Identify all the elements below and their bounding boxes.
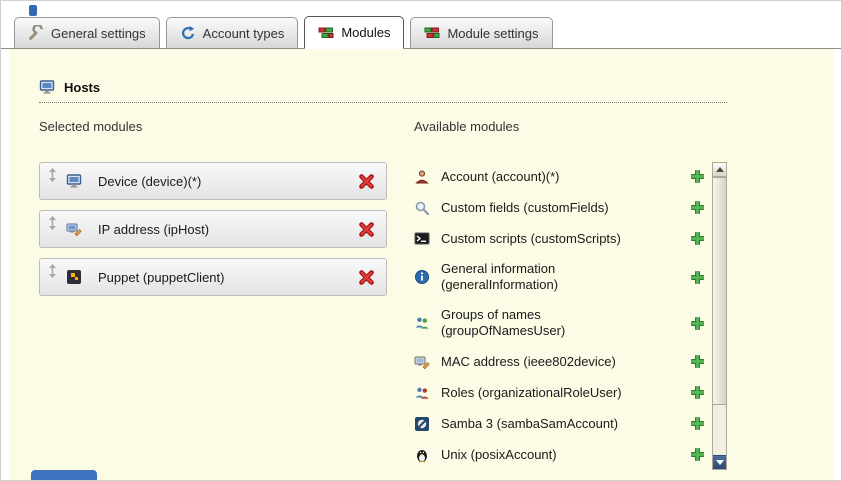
tab-modules[interactable]: Modules	[304, 16, 404, 49]
add-module-button[interactable]	[689, 353, 706, 370]
tab-label: Modules	[341, 25, 390, 40]
module-label: Windows (windowsHost)(*)	[441, 478, 666, 479]
magnifier-icon	[414, 200, 430, 216]
mac-address-icon	[414, 354, 430, 370]
hosts-monitor-icon	[39, 79, 55, 95]
add-module-button[interactable]	[689, 168, 706, 185]
module-label: Groups of names (groupOfNamesUser)	[441, 307, 666, 339]
available-module-row: Groups of names (groupOfNamesUser)	[414, 301, 706, 345]
available-modules-list: Account (account)(*) Custom fields (custo…	[414, 162, 706, 478]
module-label: Roles (organizationalRoleUser)	[441, 385, 666, 401]
module-label: IP address (ipHost)	[98, 222, 358, 237]
selected-modules-list: Device (device)(*) IP address (ipHost) Pup…	[39, 162, 387, 296]
available-module-row: Samba 3 (sambaSamAccount)	[414, 409, 706, 438]
account-person-icon	[414, 169, 430, 185]
selected-module-row: Device (device)(*)	[39, 162, 387, 200]
add-module-button[interactable]	[689, 199, 706, 216]
add-module-button[interactable]	[689, 269, 706, 286]
add-module-button[interactable]	[689, 446, 706, 463]
tab-label: General settings	[51, 26, 146, 41]
module-label: Puppet (puppetClient)	[98, 270, 358, 285]
tab-account-types[interactable]: Account types	[166, 17, 299, 48]
windows-icon	[414, 478, 430, 479]
remove-module-button[interactable]	[358, 221, 375, 238]
available-module-row: Account (account)(*)	[414, 162, 706, 191]
cutoff-bottom-button	[31, 470, 97, 480]
available-modules-column: Available modules Account (account)(*) Cu…	[414, 119, 727, 478]
up-arrow-icon	[716, 167, 724, 172]
module-label: Custom scripts (customScripts)	[441, 231, 666, 247]
puppet-icon	[66, 269, 82, 285]
module-label: General information (generalInformation)	[441, 261, 666, 293]
remove-module-button[interactable]	[358, 173, 375, 190]
module-label: Account (account)(*)	[441, 169, 666, 185]
drag-handle-icon[interactable]	[47, 216, 58, 230]
available-module-row: Windows (windowsHost)(*)	[414, 471, 706, 478]
tux-icon	[414, 447, 430, 463]
selected-modules-column: Selected modules Device (device)(*) IP ad…	[39, 119, 387, 478]
scroll-up-button[interactable]	[713, 163, 726, 177]
available-module-row: MAC address (ieee802device)	[414, 347, 706, 376]
group-icon	[414, 315, 430, 331]
cutoff-top-decoration	[29, 5, 37, 16]
samba-icon	[414, 416, 430, 432]
scrollbar-track[interactable]	[713, 177, 726, 455]
modules-columns: Selected modules Device (device)(*) IP ad…	[39, 119, 833, 478]
module-label: Unix (posixAccount)	[441, 447, 666, 463]
selected-module-row: Puppet (puppetClient)	[39, 258, 387, 296]
add-module-button[interactable]	[689, 315, 706, 332]
down-arrow-icon	[716, 460, 724, 465]
module-label: MAC address (ieee802device)	[441, 354, 666, 370]
info-icon	[414, 269, 430, 285]
wrench-icon	[28, 25, 44, 41]
remove-module-button[interactable]	[358, 269, 375, 286]
scroll-down-button[interactable]	[713, 455, 726, 469]
modules-panel: Hosts Selected modules Device (device)(*…	[9, 49, 833, 480]
drag-handle-icon[interactable]	[47, 264, 58, 278]
add-module-button[interactable]	[689, 230, 706, 247]
module-settings-bricks-icon	[424, 25, 440, 41]
module-label: Samba 3 (sambaSamAccount)	[441, 416, 666, 432]
tab-label: Account types	[203, 26, 285, 41]
modules-bricks-icon	[318, 25, 334, 41]
tab-module-settings[interactable]: Module settings	[410, 17, 552, 48]
add-module-button[interactable]	[689, 477, 706, 478]
selected-modules-heading: Selected modules	[39, 119, 387, 134]
ip-address-icon	[66, 221, 82, 237]
module-label: Device (device)(*)	[98, 174, 358, 189]
drag-handle-icon[interactable]	[47, 168, 58, 182]
tab-general-settings[interactable]: General settings	[14, 17, 160, 48]
tab-label: Module settings	[447, 26, 538, 41]
available-module-row: Roles (organizationalRoleUser)	[414, 378, 706, 407]
add-module-button[interactable]	[689, 415, 706, 432]
section-header: Hosts	[39, 79, 727, 103]
add-module-button[interactable]	[689, 384, 706, 401]
module-label: Custom fields (customFields)	[441, 200, 666, 216]
available-module-row: Custom scripts (customScripts)	[414, 224, 706, 253]
available-modules-scrollbar[interactable]	[712, 162, 727, 470]
available-modules-heading: Available modules	[414, 119, 727, 134]
lam-configuration-screen: General settings Account types Modules Modu…	[0, 0, 842, 481]
available-modules-wrap: Account (account)(*) Custom fields (custo…	[414, 162, 727, 478]
terminal-icon	[414, 231, 430, 247]
sync-gears-icon	[180, 25, 196, 41]
available-module-row: General information (generalInformation)	[414, 255, 706, 299]
roles-icon	[414, 385, 430, 401]
available-module-row: Unix (posixAccount)	[414, 440, 706, 469]
section-title: Hosts	[64, 80, 100, 95]
scrollbar-thumb[interactable]	[712, 177, 727, 405]
device-monitor-icon	[66, 173, 82, 189]
tab-bar: General settings Account types Modules Modu…	[1, 1, 841, 49]
selected-module-row: IP address (ipHost)	[39, 210, 387, 248]
available-module-row: Custom fields (customFields)	[414, 193, 706, 222]
